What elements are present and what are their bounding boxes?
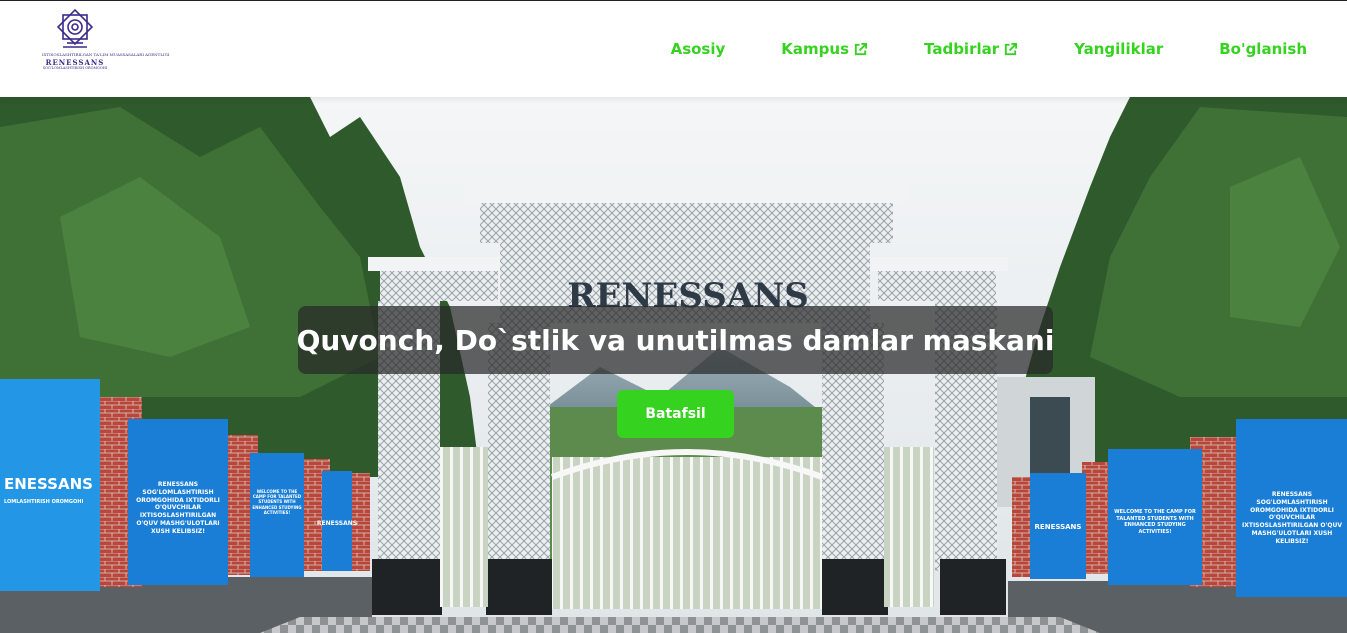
banner-left-4-text: RENESSANS xyxy=(317,520,357,527)
nav-item-label: Yangiliklar xyxy=(1074,40,1164,58)
site-header: IXTISOSLASHTIRILGAN TA'LIM MUASSASALARI … xyxy=(0,1,1347,97)
logo-name: RENESSANS xyxy=(45,58,105,67)
nav-item-label: Kampus xyxy=(781,40,850,58)
main-nav: Asosiy Kampus Tadbirlar Yangiliklar Bo'g… xyxy=(615,1,1307,97)
logo-subtitle: SOG'LOMLASHTIRISH OROMGOHI xyxy=(42,66,108,70)
nav-item-asosiy[interactable]: Asosiy xyxy=(671,40,726,58)
nav-item-yangiliklar[interactable]: Yangiliklar xyxy=(1074,40,1163,58)
hero-headline: Quvonch, Do`stlik va unutilmas damlar ma… xyxy=(296,323,1055,357)
nav-item-kampus[interactable]: Kampus xyxy=(781,40,868,58)
logo-top-text: IXTISOSLASHTIRILGAN TA'LIM MUASSASALARI … xyxy=(42,52,170,57)
nav-item-tadbirlar[interactable]: Tadbirlar xyxy=(924,40,1018,58)
banner-right-3-text: RENESSANS SOG'LOMLASHTIRISH OROMGOHIDA I… xyxy=(1242,491,1342,545)
batafsil-button[interactable]: Batafsil xyxy=(617,390,734,438)
banner-left-1-title: ENESSANS xyxy=(4,475,93,493)
logo-emblem-icon xyxy=(56,8,94,48)
external-link-icon xyxy=(1005,42,1018,55)
nav-item-boglanish[interactable]: Bo'glanish xyxy=(1219,40,1307,58)
banner-right-1-text: RENESSANS xyxy=(1035,523,1082,531)
banner-left-2-text: RENESSANS SOG'LOMLASHTIRISH OROMGOHIDA I… xyxy=(136,481,220,535)
nav-item-label: Bo'glanish xyxy=(1219,40,1307,58)
hero-section: RENESSANS ENESSANS LOMLASHTIRISH OROMGOH… xyxy=(0,97,1347,633)
hero-headline-box: Quvonch, Do`stlik va unutilmas damlar ma… xyxy=(296,306,1055,374)
nav-item-label: Tadbirlar xyxy=(924,40,1000,58)
banner-right-2-text: WELCOME TO THE CAMP FOR TALANTED STUDENT… xyxy=(1114,509,1196,535)
banner-left-1-subtitle: LOMLASHTIRISH OROMGOHI xyxy=(4,499,83,505)
banner-left-3-text: WELCOME TO THE CAMP FOR TALANTED STUDENT… xyxy=(252,489,302,515)
external-link-icon xyxy=(854,42,868,55)
nav-item-label: Asosiy xyxy=(670,40,726,58)
site-logo[interactable]: IXTISOSLASHTIRILGAN TA'LIM MUASSASALARI … xyxy=(42,7,170,83)
